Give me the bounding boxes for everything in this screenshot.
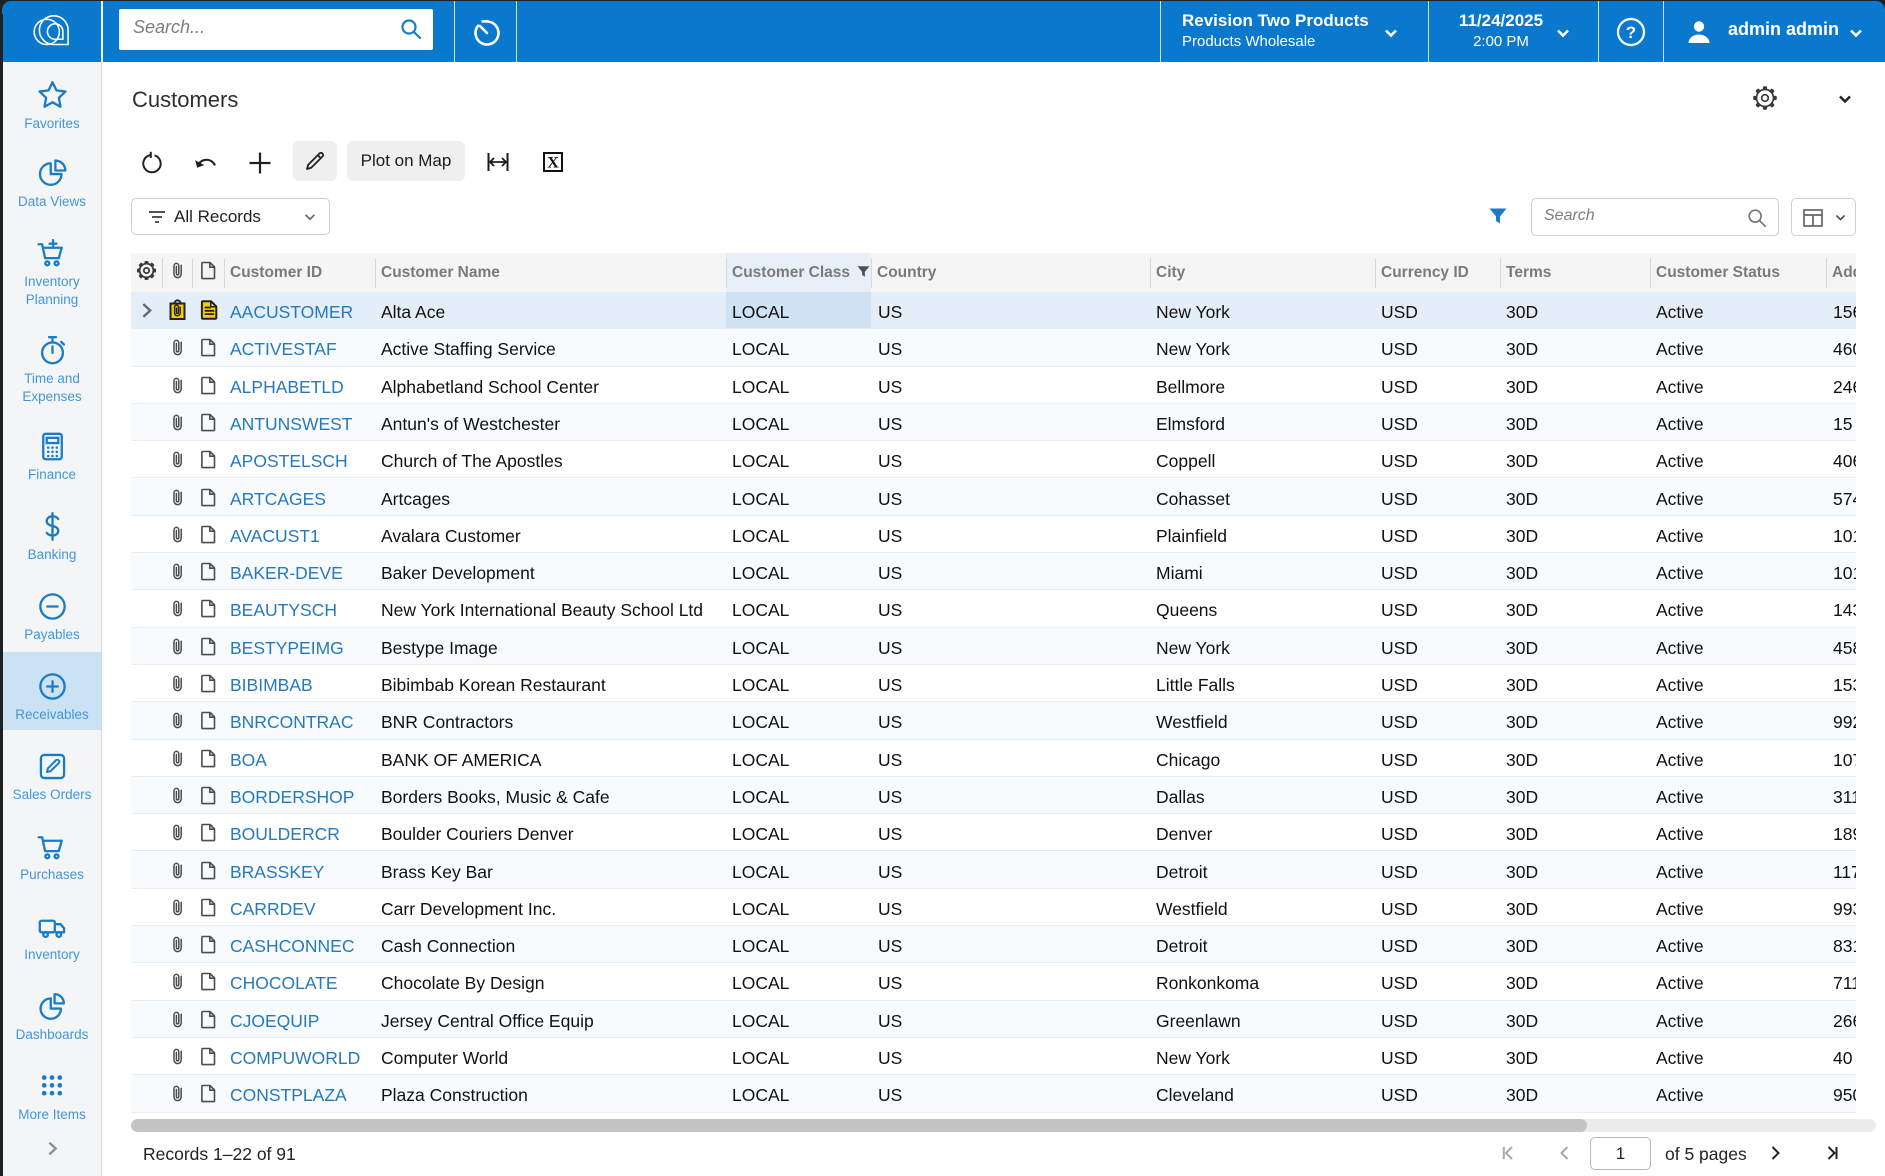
svg-text:?: ? <box>1626 23 1636 42</box>
svg-text:X: X <box>547 155 559 172</box>
